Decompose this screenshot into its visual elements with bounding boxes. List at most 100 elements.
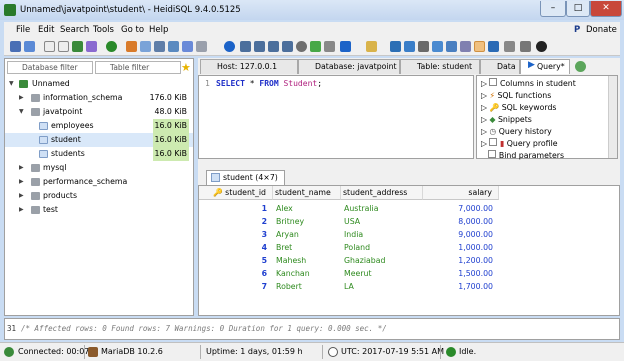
- menu-help[interactable]: Help: [149, 25, 168, 35]
- last-record-icon[interactable]: [282, 41, 293, 52]
- previous-record-icon[interactable]: [254, 41, 265, 52]
- tree-node-database[interactable]: ▶ products: [5, 189, 193, 203]
- new-query-tab-icon[interactable]: [575, 61, 586, 72]
- table-cell[interactable]: Poland: [341, 241, 423, 254]
- exit-icon[interactable]: [536, 41, 547, 52]
- helper-columns[interactable]: ▷ Columns in student: [481, 78, 576, 90]
- table-cell[interactable]: 7,000.00: [423, 202, 499, 215]
- help-icon[interactable]: [520, 41, 531, 52]
- table-cell[interactable]: Bret: [273, 241, 341, 254]
- import-icon[interactable]: [168, 41, 179, 52]
- table-cell[interactable]: 1,200.00: [423, 254, 499, 267]
- table-cell[interactable]: 1: [199, 202, 273, 215]
- table-cell[interactable]: 7: [199, 280, 273, 293]
- query-help-icon[interactable]: [446, 41, 457, 52]
- tab-host[interactable]: Host: 127.0.0.1: [200, 59, 298, 74]
- table-cell[interactable]: Alex: [273, 202, 341, 215]
- next-record-icon[interactable]: [268, 41, 279, 52]
- table-cell[interactable]: Britney: [273, 215, 341, 228]
- table-cell[interactable]: India: [341, 228, 423, 241]
- session-manager-icon[interactable]: [10, 41, 21, 52]
- undo-icon[interactable]: [86, 41, 97, 52]
- table-cell[interactable]: Meerut: [341, 267, 423, 280]
- helper-query-profile[interactable]: ▷ ▮ Query profile: [481, 138, 558, 150]
- tree-node-unnamed[interactable]: ▼ Unnamed: [5, 77, 193, 91]
- menu-tools[interactable]: Tools: [93, 25, 114, 35]
- tree-node-table[interactable]: students 16.0 KiB: [5, 147, 193, 161]
- collapse-arrow-icon[interactable]: ▼: [19, 105, 24, 119]
- expand-arrow-icon[interactable]: ▶: [19, 203, 24, 217]
- table-cell[interactable]: Robert: [273, 280, 341, 293]
- tools-icon[interactable]: [504, 41, 515, 52]
- column-header[interactable]: 🔑 student_id: [199, 186, 273, 200]
- tab-database[interactable]: Database: javatpoint: [298, 59, 400, 74]
- helper-query-history[interactable]: ▷ ◷ Query history: [481, 126, 552, 138]
- helper-sql-functions[interactable]: ▷ ⚡ SQL functions: [481, 90, 551, 102]
- table-cell[interactable]: 2: [199, 215, 273, 228]
- print-icon[interactable]: [182, 41, 193, 52]
- star-icon[interactable]: ★: [181, 61, 191, 74]
- tree-node-database[interactable]: ▶ information_schema 176.0 KiB: [5, 91, 193, 105]
- save-as-icon[interactable]: [404, 41, 415, 52]
- tree-node-table[interactable]: employees 16.0 KiB: [5, 119, 193, 133]
- expand-arrow-icon[interactable]: ▶: [19, 161, 24, 175]
- paste-icon[interactable]: [72, 41, 83, 52]
- tree-node-database[interactable]: ▶ performance_schema: [5, 175, 193, 189]
- menu-file[interactable]: File: [16, 25, 30, 35]
- preferences-icon[interactable]: [196, 41, 207, 52]
- user-manager-icon[interactable]: [126, 41, 137, 52]
- export-icon[interactable]: [154, 41, 165, 52]
- table-cell[interactable]: 3: [199, 228, 273, 241]
- column-header[interactable]: student_address: [341, 186, 423, 200]
- donate-button[interactable]: Donate: [586, 25, 617, 35]
- save-icon[interactable]: [390, 41, 401, 52]
- close-button[interactable]: ✕: [590, 1, 622, 17]
- table-cell[interactable]: 4: [199, 241, 273, 254]
- tree-node-database[interactable]: ▶ mysql: [5, 161, 193, 175]
- table-cell[interactable]: LA: [341, 280, 423, 293]
- tab-data[interactable]: Data: [480, 59, 520, 74]
- tab-table[interactable]: Table: student: [400, 59, 480, 74]
- table-cell[interactable]: 1,000.00: [423, 241, 499, 254]
- table-cell[interactable]: 5: [199, 254, 273, 267]
- stop-icon[interactable]: [224, 41, 235, 52]
- close-x-icon[interactable]: [324, 41, 335, 52]
- helper-bind-parameters[interactable]: Bind parameters: [481, 150, 564, 162]
- helper-snippets[interactable]: ▷ ◆ Snippets: [481, 114, 532, 126]
- expand-arrow-icon[interactable]: ▶: [19, 91, 24, 105]
- table-cell[interactable]: USA: [341, 215, 423, 228]
- table-cell[interactable]: 6: [199, 267, 273, 280]
- table-cell[interactable]: Aryan: [273, 228, 341, 241]
- clipboard-icon[interactable]: [418, 41, 429, 52]
- maximize-button[interactable]: □: [566, 1, 590, 17]
- table-cell[interactable]: Ghaziabad: [341, 254, 423, 267]
- column-header[interactable]: student_name: [273, 186, 341, 200]
- minimize-button[interactable]: –: [540, 1, 566, 17]
- sql-editor[interactable]: 1 SELECT * FROM Student;: [198, 75, 474, 159]
- expand-arrow-icon[interactable]: ▶: [19, 175, 24, 189]
- copy-icon[interactable]: [44, 41, 55, 52]
- expand-arrow-icon[interactable]: ▶: [19, 189, 24, 203]
- table-cell[interactable]: Mahesh: [273, 254, 341, 267]
- database-filter-input[interactable]: Database filter: [7, 61, 93, 74]
- open-file-icon[interactable]: [366, 41, 377, 52]
- format-icon[interactable]: [432, 41, 443, 52]
- menu-search[interactable]: Search: [60, 25, 89, 35]
- collapse-arrow-icon[interactable]: ▼: [9, 77, 14, 91]
- zoom-icon[interactable]: [488, 41, 499, 52]
- helpers-scrollbar[interactable]: [608, 76, 617, 158]
- run-query-icon[interactable]: [340, 41, 351, 52]
- cut-icon[interactable]: [58, 41, 69, 52]
- cancel-icon[interactable]: [296, 41, 307, 52]
- tree-node-database[interactable]: ▶ test: [5, 203, 193, 217]
- menu-goto[interactable]: Go to: [121, 25, 144, 35]
- table-cell[interactable]: 1,700.00: [423, 280, 499, 293]
- check-icon[interactable]: [310, 41, 321, 52]
- find-icon[interactable]: [460, 41, 471, 52]
- maintenance-icon[interactable]: [140, 41, 151, 52]
- table-cell[interactable]: Kanchan: [273, 267, 341, 280]
- tree-node-table-selected[interactable]: student 16.0 KiB: [5, 133, 193, 147]
- filter-icon[interactable]: [474, 41, 485, 52]
- column-header[interactable]: salary: [423, 186, 499, 200]
- first-record-icon[interactable]: [240, 41, 251, 52]
